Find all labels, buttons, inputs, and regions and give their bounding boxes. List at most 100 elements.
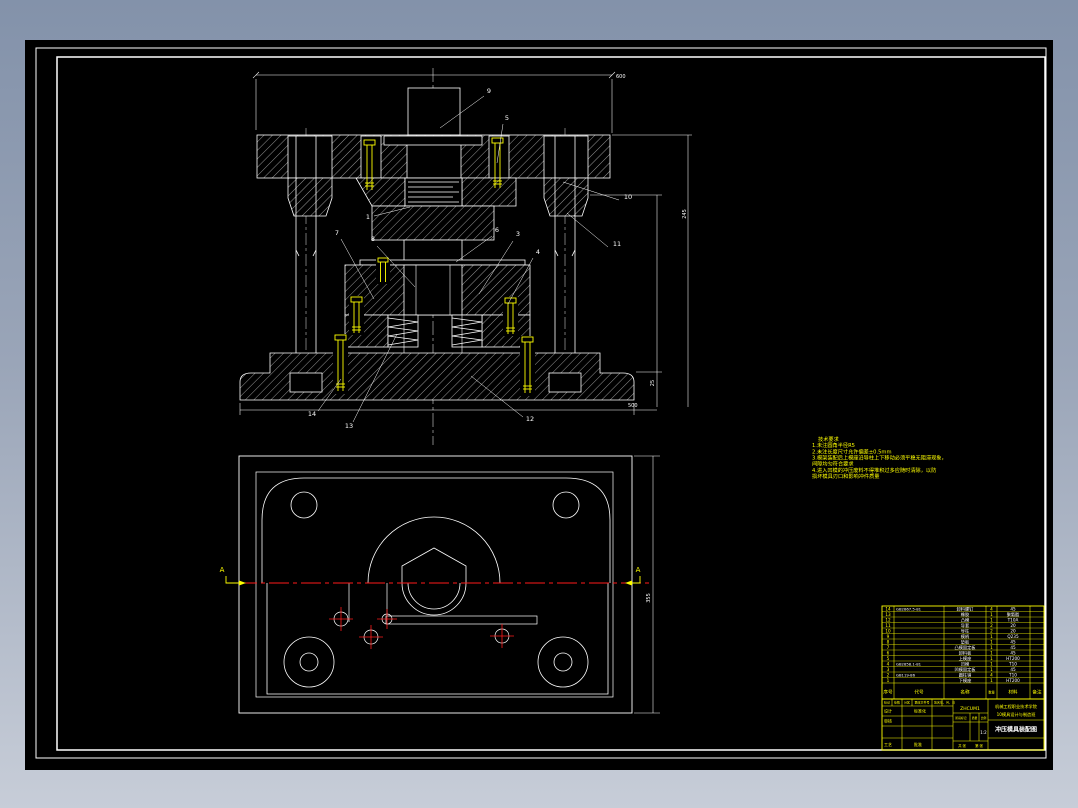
bom-header-note: 备注 <box>1032 689 1042 696</box>
note-line: 间隙均匀符合要求 <box>812 460 854 468</box>
tb-check: 审核 <box>884 718 892 724</box>
bom-header-mat: 材料 <box>1008 689 1018 696</box>
note-line: 1.未注圆角半径R5 <box>812 441 855 449</box>
tb-count: 处数 <box>894 700 900 705</box>
die-shank <box>408 88 460 135</box>
tb-org-line2: 10模具设计与制造班 <box>997 711 1036 718</box>
bom-cell-qty: 1 <box>990 661 993 666</box>
dim-right-tall: 245 <box>682 209 688 219</box>
bom-cell-qty: 2 <box>990 628 993 633</box>
tb-date: 年、月、日 <box>940 700 955 705</box>
guide-bushing-left <box>288 178 332 216</box>
balloon-4: 4 <box>536 248 540 256</box>
balloon-3: 3 <box>516 230 520 238</box>
bom-cell-no: 12 <box>885 617 891 622</box>
bom-cell-no: 1 <box>887 678 890 683</box>
balloon-5: 5 <box>505 114 509 122</box>
bom-cell-qty: 1 <box>990 650 993 655</box>
stage-row: 阶段标记 质量 比例 <box>955 716 986 720</box>
bom-cell-mat: 45 <box>1010 667 1016 672</box>
bom-cell-mat: 45 <box>1010 645 1016 650</box>
bom-cell-no: 2 <box>887 672 890 677</box>
bom-header-qty: 数量 <box>988 690 995 695</box>
dim-plan-right: 355 <box>646 593 652 603</box>
note-line: 3.模架装配后上模座沿导柱上下移动必须平稳无阻滞现象， <box>812 453 947 461</box>
die-cavity <box>404 265 462 315</box>
section-mark-right: A <box>636 566 641 574</box>
tb-sheet-total: 共 张 <box>958 743 966 748</box>
bom-cell-mat: T10A <box>1007 617 1019 622</box>
bom-cell-mat: 45 <box>1010 639 1016 644</box>
bom-cell-no: 8 <box>887 639 890 644</box>
bom-cell-no: 6 <box>887 650 890 655</box>
balloon-6: 6 <box>495 226 499 234</box>
bolt-slot <box>333 334 348 394</box>
bom-cell-qty: 2 <box>990 623 993 628</box>
tb-zone: 分区 <box>904 700 910 705</box>
bom-cell-qty: 4 <box>990 672 993 677</box>
drawing-title: 冲压模具装配图 <box>995 726 1037 734</box>
bom-cell-qty: 1 <box>990 639 993 644</box>
bom-cell-no: 5 <box>887 656 890 661</box>
retainer-right <box>462 178 516 206</box>
tb-sheet-no: 第 张 <box>975 743 983 748</box>
balloon-12: 12 <box>526 415 534 423</box>
note-line: 4.进入凹模的冲压废料不得堆积过多应随时清除，以防 <box>812 466 936 474</box>
tb-org-line1: 机械工程职业技术学院 <box>995 703 1038 710</box>
section-mark-left: A <box>220 566 225 574</box>
bom-cell-mat: T10 <box>1008 672 1017 677</box>
balloon-14: 14 <box>308 410 316 418</box>
bom-cell-code: GB119-86 <box>896 672 916 677</box>
cad-viewport: 600 245 25 500 9 5 10 11 1 7 <box>0 0 1078 808</box>
bom-cell-no: 13 <box>885 612 891 617</box>
bom-cell-no: 9 <box>887 634 890 639</box>
tb-standard: 标准化 <box>914 708 926 714</box>
tb-design: 设计 <box>884 708 892 714</box>
tb-scale-value: 1:2 <box>980 730 987 735</box>
tb-mark: 标记 <box>884 700 890 705</box>
bom-cell-no: 11 <box>885 623 891 628</box>
balloon-10: 10 <box>624 193 632 201</box>
shank-collar-seat <box>384 136 482 145</box>
bom-cell-qty: 1 <box>990 656 993 661</box>
bushing-bore-right <box>544 136 588 178</box>
bom-cell-name: 下模座 <box>959 677 972 684</box>
bom-cell-qty: 1 <box>990 634 993 639</box>
balloon-1: 1 <box>366 213 370 221</box>
bom-header-code: 代号 <box>914 689 924 696</box>
tb-file: 更改文件号 <box>914 700 929 705</box>
bom-cell-mat: 45 <box>1010 650 1016 655</box>
bom-cell-no: 10 <box>885 628 891 633</box>
bom-cell-code: GB2858.1-81 <box>896 661 922 666</box>
bom-cell-qty: 4 <box>990 606 993 611</box>
bom-cell-mat: HT200 <box>1006 656 1020 661</box>
bom-cell-mat: HT200 <box>1006 678 1020 683</box>
bom-cell-no: 4 <box>887 661 890 666</box>
tb-stage: 阶段标记 <box>955 716 966 720</box>
bushing-bore-left <box>288 136 332 178</box>
bom-cell-qty: 1 <box>990 645 993 650</box>
bom-cell-mat: 20 <box>1010 623 1016 628</box>
pillar-foot-right <box>549 373 581 392</box>
bom-cell-qty: 1 <box>990 617 993 622</box>
revision-row: 标记 处数 分区 更改文件号 签名 年、月、日 <box>884 700 955 705</box>
bom-cell-qty: 1 <box>990 612 993 617</box>
balloon-11: 11 <box>613 240 621 248</box>
bom-cell-mat: T10 <box>1008 661 1017 666</box>
bom-cell-code: GB2867.5-81 <box>896 606 922 611</box>
guide-bushing-right <box>544 178 588 216</box>
balloon-7: 7 <box>335 229 339 237</box>
tb-approve: 批准 <box>914 741 922 747</box>
bom-cell-no: 14 <box>885 606 891 611</box>
balloon-9: 9 <box>487 87 491 95</box>
punch-holder <box>372 206 494 240</box>
bom-cell-no: 3 <box>887 667 890 672</box>
bom-cell-mat: 20 <box>1010 628 1016 633</box>
punch <box>404 240 462 262</box>
dim-top: 600 <box>616 74 626 80</box>
dim-right-small: 25 <box>650 380 656 386</box>
balloon-13: 13 <box>345 422 353 430</box>
balloon-8: 8 <box>371 235 375 243</box>
bom-cell-no: 7 <box>887 645 890 650</box>
tb-mass: 质量 <box>972 716 978 720</box>
